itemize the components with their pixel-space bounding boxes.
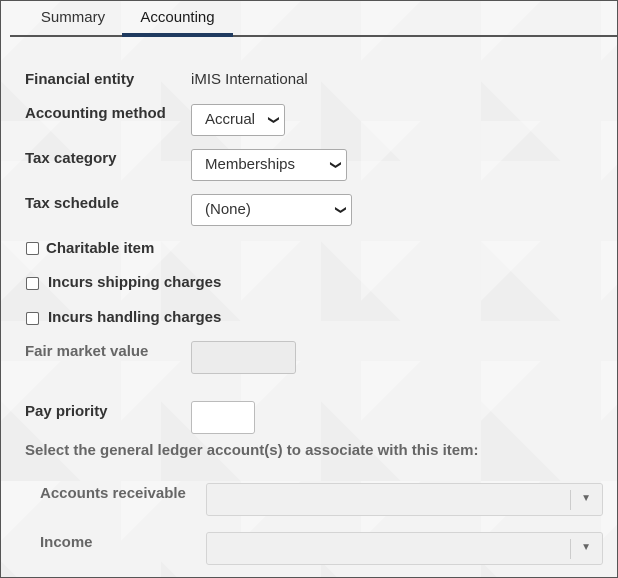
pay-priority-input[interactable] bbox=[191, 401, 255, 434]
tax-category-label: Tax category bbox=[25, 150, 117, 167]
combo-separator bbox=[570, 539, 571, 559]
chevron-down-icon: ❯ bbox=[334, 205, 347, 215]
tab-summary[interactable]: Summary bbox=[26, 1, 120, 35]
financial-entity-value: iMIS International bbox=[191, 71, 308, 88]
tax-category-select[interactable]: Memberships ❯ bbox=[191, 149, 347, 181]
incurs-shipping-checkbox[interactable] bbox=[26, 277, 39, 290]
income-combo[interactable]: ▼ bbox=[206, 532, 603, 565]
incurs-handling-label[interactable]: Incurs handling charges bbox=[48, 309, 221, 326]
accounting-method-label: Accounting method bbox=[25, 105, 166, 122]
chevron-down-icon: ❯ bbox=[329, 160, 342, 170]
income-label: Income bbox=[40, 534, 93, 551]
tax-schedule-select[interactable]: (None) ❯ bbox=[191, 194, 352, 226]
tax-schedule-label: Tax schedule bbox=[25, 195, 119, 212]
accounting-method-select[interactable]: Accrual ❯ bbox=[191, 104, 285, 136]
accounts-receivable-label: Accounts receivable bbox=[40, 485, 186, 502]
incurs-shipping-label[interactable]: Incurs shipping charges bbox=[48, 274, 221, 291]
combo-separator bbox=[570, 490, 571, 510]
tab-bar: Summary Accounting bbox=[10, 1, 617, 37]
triangle-down-icon[interactable]: ▼ bbox=[581, 493, 591, 504]
tax-category-value: Memberships bbox=[205, 156, 296, 173]
accounting-method-value: Accrual bbox=[205, 111, 256, 128]
pay-priority-label: Pay priority bbox=[25, 403, 108, 420]
fair-market-value-label: Fair market value bbox=[25, 343, 149, 360]
incurs-handling-checkbox[interactable] bbox=[26, 312, 39, 325]
financial-entity-label: Financial entity bbox=[25, 71, 135, 88]
gl-instruction-text: Select the general ledger account(s) to … bbox=[25, 442, 479, 459]
charitable-item-checkbox[interactable] bbox=[26, 242, 39, 255]
tab-accounting[interactable]: Accounting bbox=[122, 1, 233, 37]
accounting-panel: Summary Accounting Financial entity iMIS… bbox=[0, 0, 618, 578]
accounts-receivable-combo[interactable]: ▼ bbox=[206, 483, 603, 516]
charitable-item-label[interactable]: Charitable item bbox=[46, 240, 154, 257]
tax-schedule-value: (None) bbox=[205, 201, 251, 218]
triangle-down-icon[interactable]: ▼ bbox=[581, 542, 591, 553]
fair-market-value-input bbox=[191, 341, 296, 374]
chevron-down-icon: ❯ bbox=[267, 115, 280, 125]
